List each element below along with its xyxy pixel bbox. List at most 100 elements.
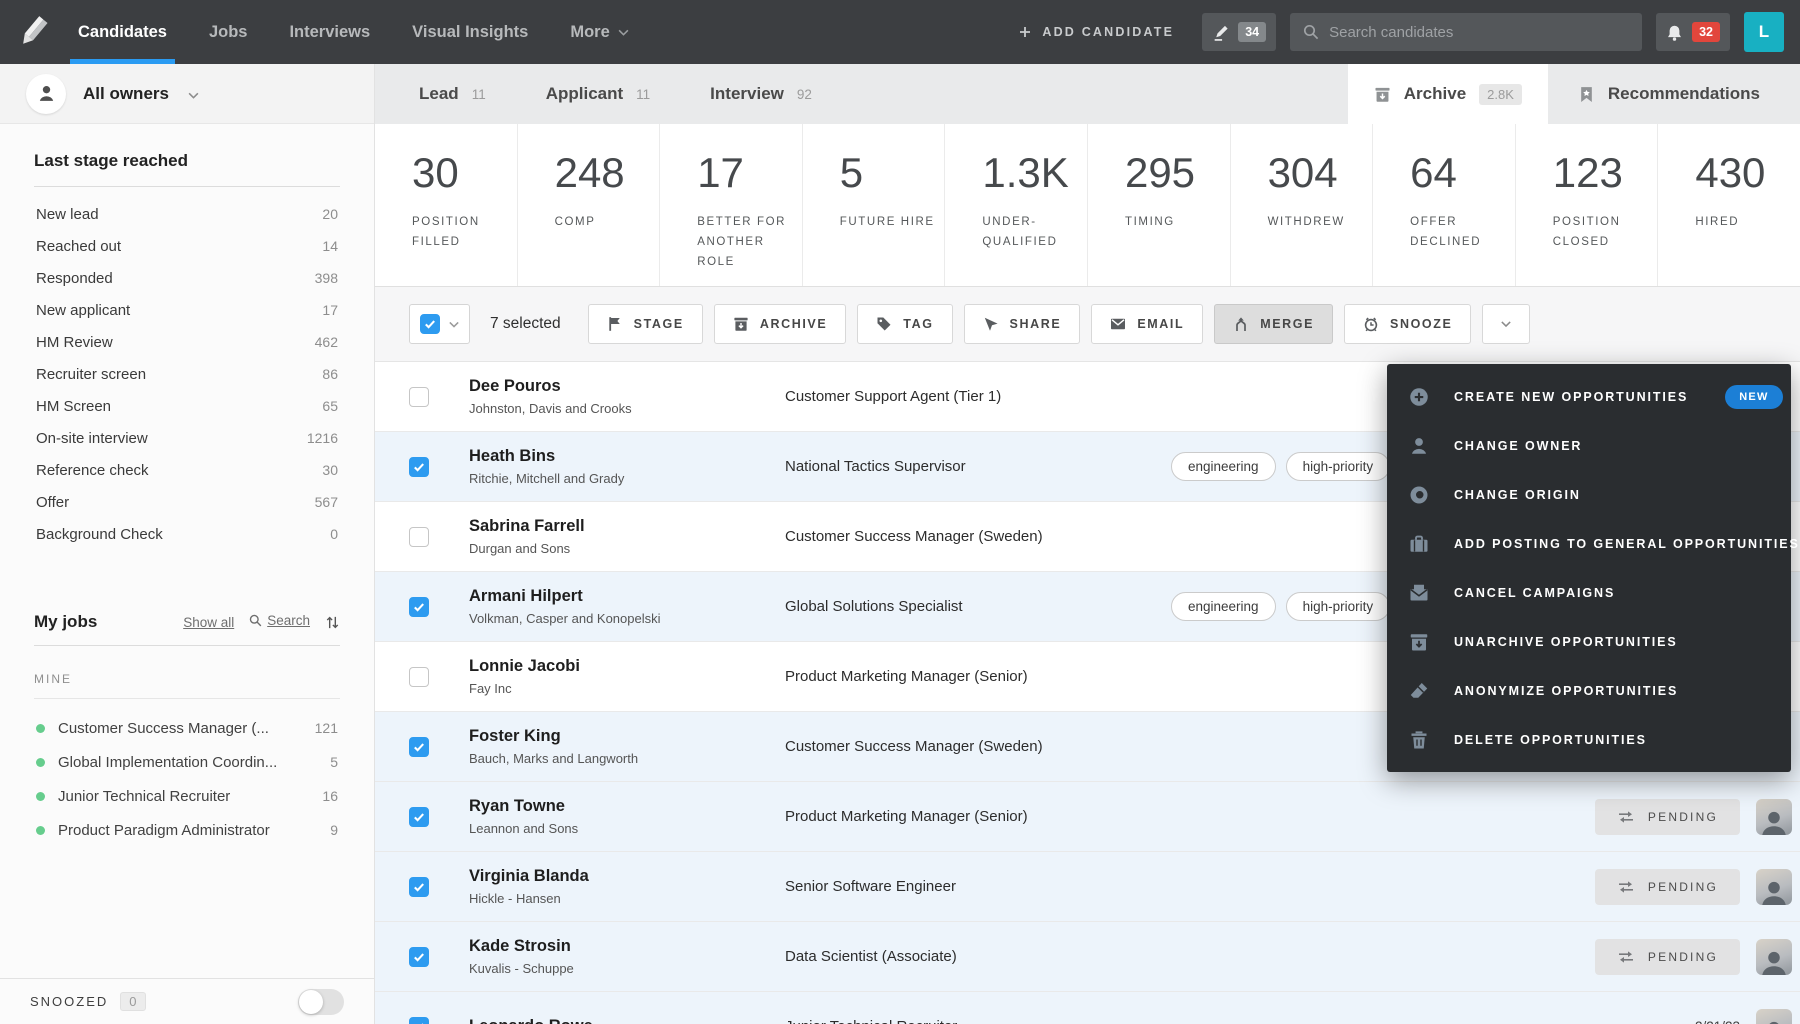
stat-card[interactable]: 64 OFFER DECLINED bbox=[1373, 124, 1516, 286]
search-input[interactable] bbox=[1329, 24, 1629, 41]
bulk-edit-button[interactable]: 34 bbox=[1202, 13, 1276, 51]
tag-pill[interactable]: high-priority bbox=[1286, 452, 1391, 481]
select-all-dropdown[interactable] bbox=[409, 304, 470, 344]
tab-archive[interactable]: Archive 2.8K bbox=[1348, 64, 1548, 124]
nav-item[interactable]: Interviews bbox=[289, 0, 370, 64]
stage-count: 14 bbox=[322, 238, 338, 254]
stat-card[interactable]: 17 BETTER FOR ANOTHER ROLE bbox=[660, 124, 803, 286]
bulk-action-button[interactable]: EMAIL bbox=[1091, 304, 1203, 344]
nav-item[interactable]: Candidates bbox=[78, 0, 167, 64]
nav-item[interactable]: Jobs bbox=[209, 0, 248, 64]
stat-card[interactable]: 430 HIRED bbox=[1658, 124, 1800, 286]
bulk-action-button[interactable]: MERGE bbox=[1214, 304, 1333, 344]
stat-card[interactable]: 123 POSITION CLOSED bbox=[1516, 124, 1659, 286]
candidate-identity: Virginia Blanda Hickle - Hansen bbox=[469, 867, 785, 906]
candidate-company: Hickle - Hansen bbox=[469, 891, 785, 906]
person-silhouette-icon bbox=[1759, 947, 1789, 975]
jobs-search-link[interactable]: Search bbox=[249, 613, 310, 628]
candidate-name: Leonardo Rowe bbox=[469, 1017, 785, 1024]
candidate-row[interactable]: Virginia Blanda Hickle - Hansen Senior S… bbox=[375, 852, 1800, 922]
job-filter-item[interactable]: Junior Technical Recruiter 16 bbox=[34, 779, 340, 813]
stat-card[interactable]: 1.3K UNDER-QUALIFIED bbox=[945, 124, 1088, 286]
pending-badge[interactable]: PENDING bbox=[1595, 869, 1740, 905]
snoozed-toggle[interactable] bbox=[298, 989, 344, 1015]
candidate-row[interactable]: Ryan Towne Leannon and Sons Product Mark… bbox=[375, 782, 1800, 852]
candidate-company: Volkman, Casper and Konopelski bbox=[469, 611, 785, 626]
nav-item[interactable]: Visual Insights bbox=[412, 0, 528, 64]
nav-item[interactable]: More bbox=[570, 0, 628, 64]
add-candidate-button[interactable]: ADD CANDIDATE bbox=[1019, 25, 1174, 39]
pipeline-tab[interactable]: Lead 11 bbox=[389, 64, 516, 124]
candidate-company: Fay Inc bbox=[469, 681, 785, 696]
bulk-action-button[interactable]: SNOOZE bbox=[1344, 304, 1471, 344]
show-all-link[interactable]: Show all bbox=[183, 615, 234, 630]
candidate-row[interactable]: Leonardo Rowe Junior Technical Recruiter… bbox=[375, 992, 1800, 1024]
row-checkbox[interactable] bbox=[409, 807, 429, 827]
pipeline-tab[interactable]: Applicant 11 bbox=[516, 64, 680, 124]
menu-item[interactable]: DELETE OPPORTUNITIES bbox=[1387, 715, 1791, 764]
more-actions-button[interactable] bbox=[1482, 304, 1530, 344]
stat-card[interactable]: 248 COMP bbox=[518, 124, 661, 286]
stat-card[interactable]: 30 POSITION FILLED bbox=[375, 124, 518, 286]
stat-card[interactable]: 304 WITHDREW bbox=[1231, 124, 1374, 286]
row-checkbox[interactable] bbox=[409, 457, 429, 477]
stage-filter-item[interactable]: Background Check 0 bbox=[34, 518, 340, 550]
job-filter-item[interactable]: Product Paradigm Administrator 9 bbox=[34, 813, 340, 847]
row-checkbox[interactable] bbox=[409, 1017, 429, 1024]
user-avatar[interactable]: L bbox=[1744, 12, 1784, 52]
stat-card[interactable]: 295 TIMING bbox=[1088, 124, 1231, 286]
stage-filter-item[interactable]: Responded 398 bbox=[34, 262, 340, 294]
lever-logo[interactable] bbox=[0, 14, 66, 50]
menu-item[interactable]: CHANGE ORIGIN bbox=[1387, 470, 1791, 519]
candidate-row[interactable]: Kade Strosin Kuvalis - Schuppe Data Scie… bbox=[375, 922, 1800, 992]
select-all-checkbox[interactable] bbox=[420, 314, 440, 334]
menu-item[interactable]: UNARCHIVE OPPORTUNITIES bbox=[1387, 617, 1791, 666]
bulk-action-button[interactable]: SHARE bbox=[964, 304, 1081, 344]
row-checkbox[interactable] bbox=[409, 877, 429, 897]
stage-filter-item[interactable]: New lead 20 bbox=[34, 198, 340, 230]
row-checkbox[interactable] bbox=[409, 737, 429, 757]
pipeline-tab[interactable]: Interview 92 bbox=[680, 64, 842, 124]
stage-filter-item[interactable]: Reached out 14 bbox=[34, 230, 340, 262]
row-checkbox[interactable] bbox=[409, 667, 429, 687]
job-filter-item[interactable]: Customer Success Manager (... 121 bbox=[34, 711, 340, 745]
stage-filter-item[interactable]: Offer 567 bbox=[34, 486, 340, 518]
owner-icon bbox=[26, 74, 66, 114]
row-checkbox[interactable] bbox=[409, 947, 429, 967]
stage-section-title: Last stage reached bbox=[34, 124, 340, 187]
pending-badge[interactable]: PENDING bbox=[1595, 799, 1740, 835]
tag-pill[interactable]: engineering bbox=[1171, 592, 1276, 621]
stage-filter-item[interactable]: Recruiter screen 86 bbox=[34, 358, 340, 390]
stage-filter-item[interactable]: HM Review 462 bbox=[34, 326, 340, 358]
tab-recommendations[interactable]: Recommendations bbox=[1548, 64, 1790, 124]
row-checkbox[interactable] bbox=[409, 597, 429, 617]
stage-filter-item[interactable]: New applicant 17 bbox=[34, 294, 340, 326]
check-icon bbox=[412, 600, 426, 614]
bulk-action-button[interactable]: TAG bbox=[857, 304, 952, 344]
stage-filter-item[interactable]: Reference check 30 bbox=[34, 454, 340, 486]
menu-item[interactable]: CREATE NEW OPPORTUNITIES NEW bbox=[1387, 372, 1791, 421]
menu-item[interactable]: ADD POSTING TO GENERAL OPPORTUNITIES bbox=[1387, 519, 1791, 568]
row-checkbox[interactable] bbox=[409, 387, 429, 407]
notifications-button[interactable]: 32 bbox=[1656, 13, 1730, 51]
menu-item[interactable]: CANCEL CAMPAIGNS bbox=[1387, 568, 1791, 617]
bulk-action-label: TAG bbox=[903, 317, 933, 331]
menu-item[interactable]: ANONYMIZE OPPORTUNITIES bbox=[1387, 666, 1791, 715]
row-checkbox[interactable] bbox=[409, 527, 429, 547]
stage-filter-item[interactable]: On-site interview 1216 bbox=[34, 422, 340, 454]
candidate-position: Senior Software Engineer bbox=[785, 878, 1135, 895]
candidate-position: Product Marketing Manager (Senior) bbox=[785, 808, 1135, 825]
bulk-action-button[interactable]: ARCHIVE bbox=[714, 304, 846, 344]
tag-pill[interactable]: engineering bbox=[1171, 452, 1276, 481]
jobs-sort-button[interactable] bbox=[325, 615, 340, 630]
jobs-search-label: Search bbox=[267, 613, 310, 628]
job-filter-item[interactable]: Global Implementation Coordin... 5 bbox=[34, 745, 340, 779]
selected-count-text: 7 selected bbox=[490, 315, 561, 333]
menu-item[interactable]: CHANGE OWNER bbox=[1387, 421, 1791, 470]
owner-filter[interactable]: All owners bbox=[0, 64, 374, 124]
bulk-action-button[interactable]: STAGE bbox=[588, 304, 703, 344]
pending-badge[interactable]: PENDING bbox=[1595, 939, 1740, 975]
stage-filter-item[interactable]: HM Screen 65 bbox=[34, 390, 340, 422]
stat-card[interactable]: 5 FUTURE HIRE bbox=[803, 124, 946, 286]
tag-pill[interactable]: high-priority bbox=[1286, 592, 1391, 621]
